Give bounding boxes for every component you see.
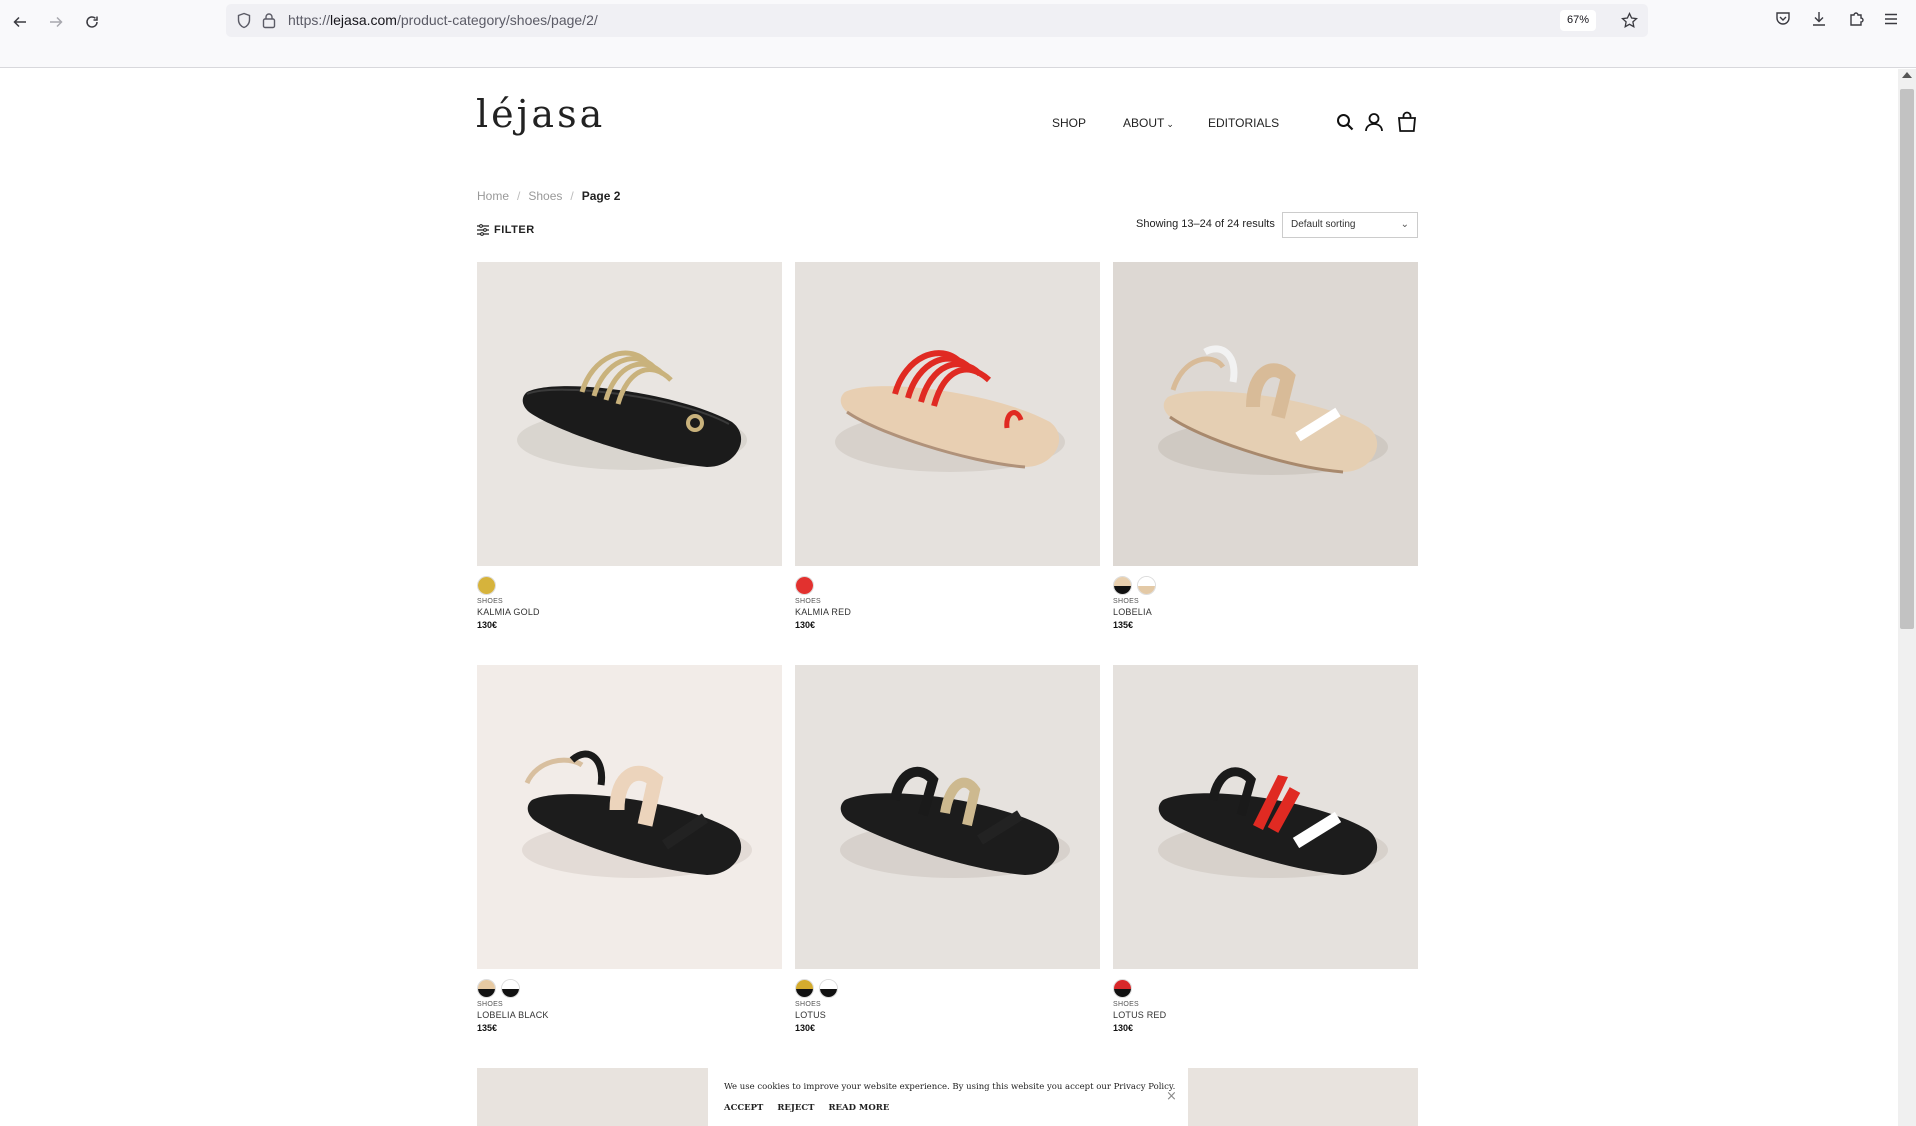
product-price: 130€	[1113, 1023, 1134, 1033]
nav-about-label: ABOUT	[1123, 116, 1165, 130]
shopping-bag-icon[interactable]	[1396, 111, 1418, 133]
search-icon[interactable]	[1334, 111, 1356, 133]
close-icon[interactable]: ×	[1166, 1089, 1177, 1104]
product-category[interactable]: SHOES	[1113, 1001, 1418, 1008]
breadcrumb-current: Page 2	[581, 189, 621, 203]
product-card[interactable]: SHOES KALMIA GOLD 130€	[477, 262, 782, 630]
cookie-message: We use cookies to improve your website e…	[724, 1082, 1176, 1092]
breadcrumb-shoes[interactable]: Shoes	[528, 189, 562, 203]
reload-icon[interactable]	[78, 8, 106, 36]
color-swatches	[795, 979, 1100, 1001]
url-text[interactable]: https://lejasa.com/product-category/shoe…	[288, 12, 598, 28]
product-price: 130€	[477, 620, 498, 630]
user-icon[interactable]	[1363, 111, 1385, 133]
product-card[interactable]: SHOES LOTUS RED 130€	[1113, 665, 1418, 1033]
filter-sliders-icon	[477, 224, 489, 236]
product-name[interactable]: LOTUS	[795, 1010, 1100, 1020]
browser-toolbar: https://lejasa.com/product-category/shoe…	[0, 0, 1916, 68]
product-category[interactable]: SHOES	[477, 598, 782, 605]
scroll-up-arrow-icon[interactable]	[1902, 72, 1912, 78]
nav-about[interactable]: ABOUT ⌄	[1123, 116, 1174, 130]
sort-select-value: Default sorting	[1291, 219, 1356, 230]
page-scrollbar[interactable]	[1898, 69, 1916, 1126]
color-swatch[interactable]	[1137, 576, 1156, 595]
color-swatch[interactable]	[501, 979, 520, 998]
product-image[interactable]	[795, 665, 1100, 969]
color-swatches	[1113, 979, 1418, 1001]
pocket-icon[interactable]	[1774, 10, 1792, 28]
color-swatch[interactable]	[477, 576, 496, 595]
product-image[interactable]	[1113, 262, 1418, 566]
product-name[interactable]: LOTUS RED	[1113, 1010, 1418, 1020]
color-swatch[interactable]	[795, 979, 814, 998]
product-category[interactable]: SHOES	[1113, 598, 1418, 605]
color-swatch[interactable]	[795, 576, 814, 595]
color-swatches	[1113, 576, 1418, 598]
color-swatch[interactable]	[477, 979, 496, 998]
product-name[interactable]: LOBELIA	[1113, 607, 1418, 617]
sort-select[interactable]: Default sorting ⌄	[1282, 212, 1418, 238]
product-card[interactable]: SHOES LOBELIA BLACK 135€	[477, 665, 782, 1033]
breadcrumb-home[interactable]: Home	[477, 189, 509, 203]
cookie-reject-button[interactable]: REJECT	[777, 1103, 814, 1113]
product-name[interactable]: KALMIA GOLD	[477, 607, 782, 617]
product-image[interactable]	[477, 262, 782, 566]
hamburger-menu-icon[interactable]	[1882, 10, 1900, 28]
product-category[interactable]: SHOES	[795, 598, 1100, 605]
lock-icon[interactable]	[262, 12, 276, 29]
chevron-down-icon: ⌄	[1166, 119, 1174, 129]
puzzle-icon[interactable]	[1847, 10, 1865, 28]
color-swatch[interactable]	[1113, 576, 1132, 595]
filter-label: FILTER	[494, 224, 535, 236]
cookie-notice: We use cookies to improve your website e…	[708, 1068, 1188, 1126]
product-price: 135€	[1113, 620, 1134, 630]
color-swatches	[477, 979, 782, 1001]
zoom-level-badge[interactable]: 67%	[1559, 10, 1596, 31]
shield-icon[interactable]	[236, 12, 252, 29]
cookie-read-more-link[interactable]: READ MORE	[828, 1103, 889, 1113]
cookie-actions: ACCEPT REJECT READ MORE	[724, 1103, 903, 1113]
color-swatch[interactable]	[1113, 979, 1132, 998]
product-price: 135€	[477, 1023, 498, 1033]
product-name[interactable]: LOBELIA BLACK	[477, 1010, 782, 1020]
cookie-accept-button[interactable]: ACCEPT	[724, 1103, 763, 1113]
product-price: 130€	[795, 1023, 816, 1033]
breadcrumb: Home / Shoes / Page 2	[477, 189, 620, 203]
nav-shop[interactable]: SHOP	[1052, 116, 1086, 130]
product-image[interactable]	[795, 262, 1100, 566]
star-icon[interactable]	[1621, 12, 1638, 29]
back-icon[interactable]	[6, 8, 34, 36]
product-category[interactable]: SHOES	[795, 1001, 1100, 1008]
product-card[interactable]: SHOES KALMIA RED 130€	[795, 262, 1100, 630]
product-card[interactable]: SHOES LOTUS 130€	[795, 665, 1100, 1033]
breadcrumb-separator: /	[517, 189, 521, 203]
scrollbar-thumb[interactable]	[1900, 89, 1914, 629]
product-price: 130€	[795, 620, 816, 630]
product-category[interactable]: SHOES	[477, 1001, 782, 1008]
nav-editorials[interactable]: EDITORIALS	[1208, 116, 1279, 130]
color-swatch[interactable]	[819, 979, 838, 998]
filter-button[interactable]: FILTER	[477, 224, 535, 236]
site-logo[interactable]: léjasa	[476, 92, 605, 136]
chevron-down-icon: ⌄	[1400, 219, 1409, 230]
breadcrumb-separator: /	[570, 189, 574, 203]
product-name[interactable]: KALMIA RED	[795, 607, 1100, 617]
results-count: Showing 13–24 of 24 results	[1136, 218, 1275, 230]
color-swatches	[795, 576, 1100, 598]
color-swatches	[477, 576, 782, 598]
address-bar[interactable]: https://lejasa.com/product-category/shoe…	[226, 4, 1648, 37]
product-image[interactable]	[477, 665, 782, 969]
product-image[interactable]	[1113, 665, 1418, 969]
forward-icon[interactable]	[42, 8, 70, 36]
product-card[interactable]: SHOES LOBELIA 135€	[1113, 262, 1418, 630]
download-icon[interactable]	[1810, 10, 1828, 28]
